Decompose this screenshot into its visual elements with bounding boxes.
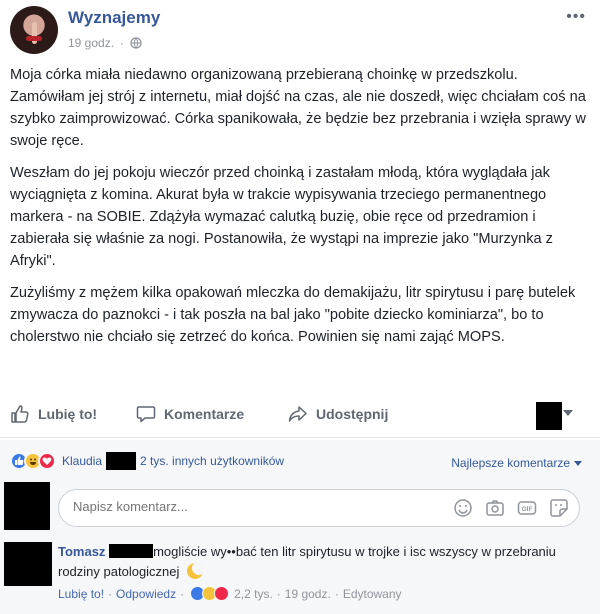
sort-label: Najlepsze komentarze — [451, 456, 570, 470]
redacted-surname — [109, 544, 154, 558]
thumbs-up-icon — [11, 405, 29, 423]
smiley-icon[interactable] — [453, 498, 473, 518]
comment-author[interactable]: Tomasz — [58, 544, 105, 559]
lips-shape — [26, 36, 42, 41]
page-avatar[interactable] — [10, 6, 58, 54]
comment-sort-dropdown[interactable]: Najlepsze komentarze — [451, 456, 582, 470]
crescent-moon-emoji-icon — [187, 563, 204, 579]
comment-like-link[interactable]: Lubię to! — [58, 587, 104, 601]
like-button[interactable]: Lubię to! — [10, 404, 97, 424]
post-paragraph: Zużyliśmy z mężem kilka opakowań mleczka… — [10, 285, 576, 345]
comment-edited[interactable]: Edytowany — [343, 587, 402, 601]
more-horizontal-icon[interactable]: ••• — [566, 8, 586, 26]
others-count[interactable]: 2 tys. innych użytkowników — [140, 454, 284, 468]
sticker-icon[interactable] — [549, 498, 569, 518]
share-button[interactable]: Udostępnij — [288, 404, 388, 424]
post-time[interactable]: 19 godz. — [68, 36, 114, 50]
comment-button[interactable]: Komentarze — [136, 404, 244, 424]
dot-separator: · — [276, 586, 281, 601]
comment-time[interactable]: 19 godz. — [285, 587, 331, 601]
comment-meta: Lubię to! · Odpowiedz · 2,2 tys. · 19 go… — [58, 586, 402, 601]
share-arrow-icon — [288, 406, 307, 422]
comment-label: Komentarze — [164, 406, 245, 422]
comment-reaction-count[interactable]: 2,2 tys. — [234, 587, 273, 601]
comments-section: Klaudia 2 tys. innych użytkowników Najle… — [0, 440, 600, 614]
page-name[interactable]: Wyznajemy — [68, 8, 160, 28]
globe-icon[interactable] — [130, 37, 142, 49]
post-meta: 19 godz. · — [68, 36, 142, 50]
reactions-summary[interactable]: Klaudia 2 tys. innych użytkowników — [10, 452, 284, 470]
share-label: Udostępnij — [316, 406, 389, 422]
redacted-profile-selector[interactable] — [536, 402, 562, 430]
dot-separator: · — [180, 586, 185, 601]
comment-reactions[interactable] — [190, 586, 230, 601]
chevron-down-icon[interactable] — [563, 410, 573, 416]
gif-icon[interactable]: GIF — [517, 498, 537, 518]
dot-separator: · — [108, 586, 113, 601]
first-reactor-name[interactable]: Klaudia — [62, 454, 102, 468]
meta-separator: · — [120, 36, 125, 50]
post-header: Wyznajemy 19 godz. · ••• — [0, 0, 600, 62]
comment-text: Tomasz mogliście wy••bać ten litr spiryt… — [58, 542, 588, 582]
input-icons: GIF — [453, 498, 569, 518]
comment-bubble-icon — [136, 406, 156, 423]
post-body: Moja córka miała niedawno organizowaną p… — [10, 64, 586, 358]
love-reaction-icon — [38, 452, 56, 470]
dot-separator: · — [334, 586, 339, 601]
chevron-down-icon — [574, 460, 582, 466]
like-label: Lubię to! — [38, 406, 98, 422]
comment-reply-link[interactable]: Odpowiedz — [116, 587, 176, 601]
current-user-avatar — [4, 482, 50, 530]
svg-text:GIF: GIF — [522, 506, 533, 513]
love-reaction-icon — [214, 586, 230, 601]
post-paragraph: Weszłam do jej pokoju wieczór przed choi… — [10, 165, 553, 269]
comment-input[interactable] — [73, 499, 433, 514]
action-bar: Lubię to! Komentarze Udostępnij — [0, 394, 600, 438]
camera-icon[interactable] — [485, 498, 505, 518]
commenter-avatar[interactable] — [4, 542, 52, 586]
post-paragraph: Moja córka miała niedawno organizowaną p… — [10, 67, 586, 149]
reactions-text: Klaudia 2 tys. innych użytkowników — [62, 452, 284, 470]
redacted-name — [106, 452, 137, 470]
comment-input-box[interactable]: GIF — [58, 489, 580, 527]
